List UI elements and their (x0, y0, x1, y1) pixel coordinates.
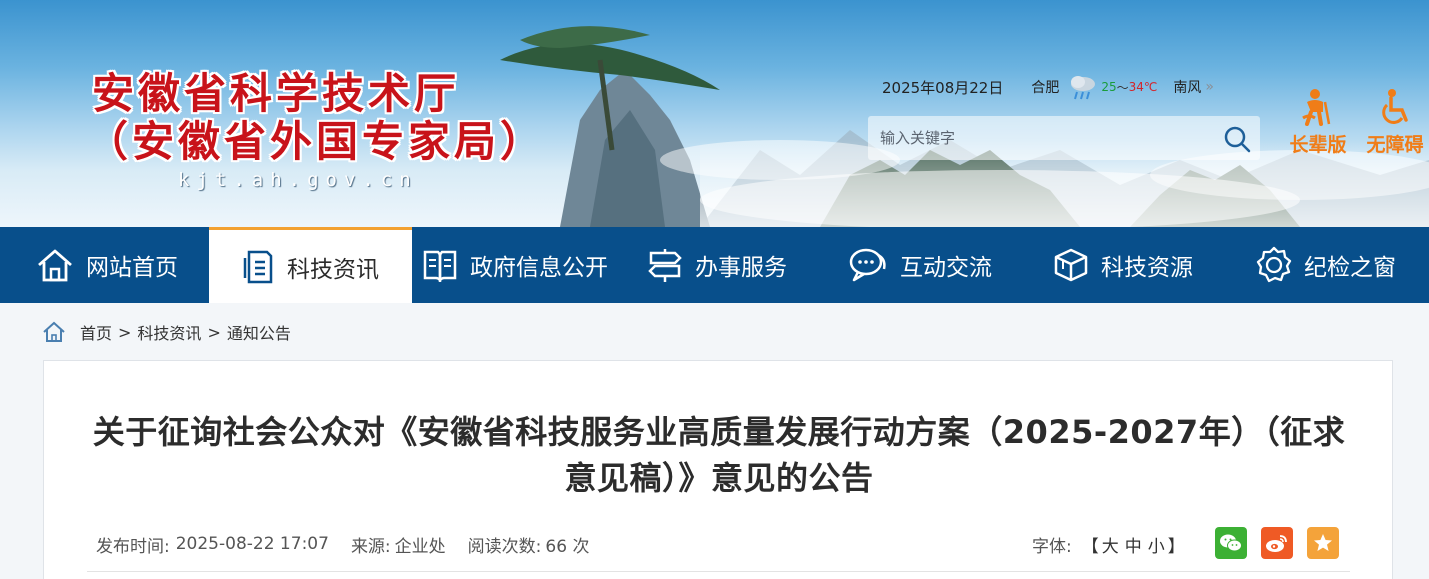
weibo-icon (1266, 535, 1287, 552)
reads-count: 66 次 (545, 536, 590, 557)
wheelchair-icon (1382, 89, 1408, 124)
double-chevron-right-icon[interactable]: » (1205, 79, 1214, 95)
breadcrumb-home[interactable]: 首页 (80, 320, 112, 344)
reads-label: 阅读次数: (467, 536, 542, 557)
site-domain: kjt.ah.gov.cn (178, 169, 418, 191)
wind-direction: 南风 (1173, 80, 1202, 96)
search-input[interactable] (868, 116, 1208, 160)
nav-item-news[interactable]: 科技资讯 (209, 227, 412, 303)
nav-item-resources[interactable]: 科技资源 (1053, 227, 1193, 303)
source-value: 企业处 (394, 536, 446, 557)
nav-item-gov-info[interactable]: 政府信息公开 (422, 227, 608, 303)
article-title-line1: 关于征询社会公众对《安徽省科技服务业高质量发展行动方案（2025-2027年）（… (92, 413, 1346, 451)
nav-label-home: 网站首页 (86, 255, 178, 281)
signpost-icon (648, 249, 682, 282)
font-size-label: 字体: (1032, 536, 1072, 557)
source-label: 来源: (350, 536, 391, 557)
nav-item-discipline[interactable]: 纪检之窗 (1256, 227, 1396, 303)
breadcrumb: 首页 > 科技资讯 > 通知公告 (42, 318, 291, 346)
nav-label-gov-info: 政府信息公开 (470, 255, 608, 281)
current-date: 2025年08月22日 (882, 78, 1004, 97)
search-icon[interactable] (1222, 124, 1252, 154)
nav-item-services[interactable]: 办事服务 (647, 227, 787, 303)
article-title-line2: 意见稿）》意见的公告 (564, 459, 874, 497)
nav-label-news: 科技资讯 (287, 256, 379, 283)
font-medium-button[interactable]: 中 (1125, 532, 1142, 557)
article-meta: 发布时间: 2025-08-22 17:07 来源: 企业处 阅读次数: 66 … (96, 531, 589, 557)
header-banner: 安徽省科学技术厅 （安徽省外国专家局） kjt.ah.gov.cn 2025年0… (0, 0, 1429, 227)
font-small-button[interactable]: 小 (1148, 532, 1165, 557)
elder-mode-label: 长辈版 (1289, 134, 1347, 156)
temp-high: 34℃ (1128, 80, 1158, 94)
main-nav: 网站首页 科技资讯 政府信息公开 办事服务 互动交流 科技资源 纪检之窗 (0, 227, 1429, 303)
nav-label-resources: 科技资源 (1101, 255, 1193, 281)
date-weather-bar: 2025年08月22日 合肥 25 ～ 34℃ 南风 » (882, 75, 1214, 100)
search-box (868, 116, 1260, 160)
article-panel: 关于征询社会公众对《安徽省科技服务业高质量发展行动方案（2025-2027年）（… (43, 360, 1393, 579)
breadcrumb-notices[interactable]: 通知公告 (227, 320, 291, 344)
wechat-icon (1220, 534, 1242, 552)
document-icon (243, 250, 273, 283)
nav-item-interaction[interactable]: 互动交流 (848, 227, 992, 303)
accessibility-label: 无障碍 (1366, 134, 1424, 156)
star-icon (1314, 534, 1332, 551)
share-weibo-button[interactable] (1261, 527, 1293, 559)
site-title-line2: （安徽省外国专家局） (86, 117, 547, 166)
nav-label-interaction: 互动交流 (900, 255, 992, 281)
breadcrumb-separator: > (118, 322, 132, 342)
temp-separator: ～ (1116, 80, 1129, 95)
temp-low: 25 (1101, 80, 1117, 94)
article-title: 关于征询社会公众对《安徽省科技服务业高质量发展行动方案（2025-2027年）（… (84, 409, 1354, 501)
badge-icon (1256, 246, 1292, 283)
elder-icon (1302, 89, 1331, 126)
font-large-button[interactable]: 大 (1102, 532, 1119, 557)
accessibility-button[interactable]: 无障碍 (1360, 88, 1429, 157)
elder-mode-button[interactable]: 长辈版 (1283, 88, 1353, 157)
nav-label-services: 办事服务 (695, 255, 787, 281)
rain-cloud-icon (1071, 76, 1096, 100)
font-size-switcher: 字体: 【 大 中 小 】 (1032, 531, 1185, 557)
weather-city: 合肥 (1031, 80, 1060, 96)
chat-icon (849, 248, 886, 282)
font-bracket-close: 】 (1167, 536, 1185, 557)
publish-time: 2025-08-22 17:07 (175, 534, 329, 554)
nav-label-discipline: 纪检之窗 (1304, 255, 1396, 281)
site-logo-title[interactable]: 安徽省科学技术厅 （安徽省外国专家局） kjt.ah.gov.cn (86, 69, 546, 192)
breadcrumb-separator: > (207, 322, 221, 342)
cube-icon (1054, 248, 1088, 282)
publish-label: 发布时间: (96, 536, 170, 557)
breadcrumb-news[interactable]: 科技资讯 (137, 320, 201, 344)
site-title-line1: 安徽省科学技术厅 (92, 69, 461, 118)
book-icon (423, 250, 457, 282)
font-bracket-open: 【 (1081, 536, 1099, 557)
home-icon (38, 249, 72, 282)
favorite-button[interactable] (1307, 527, 1339, 559)
home-icon (43, 321, 65, 342)
meta-divider (87, 571, 1350, 572)
share-wechat-button[interactable] (1215, 527, 1247, 559)
nav-item-home[interactable]: 网站首页 (36, 227, 178, 303)
